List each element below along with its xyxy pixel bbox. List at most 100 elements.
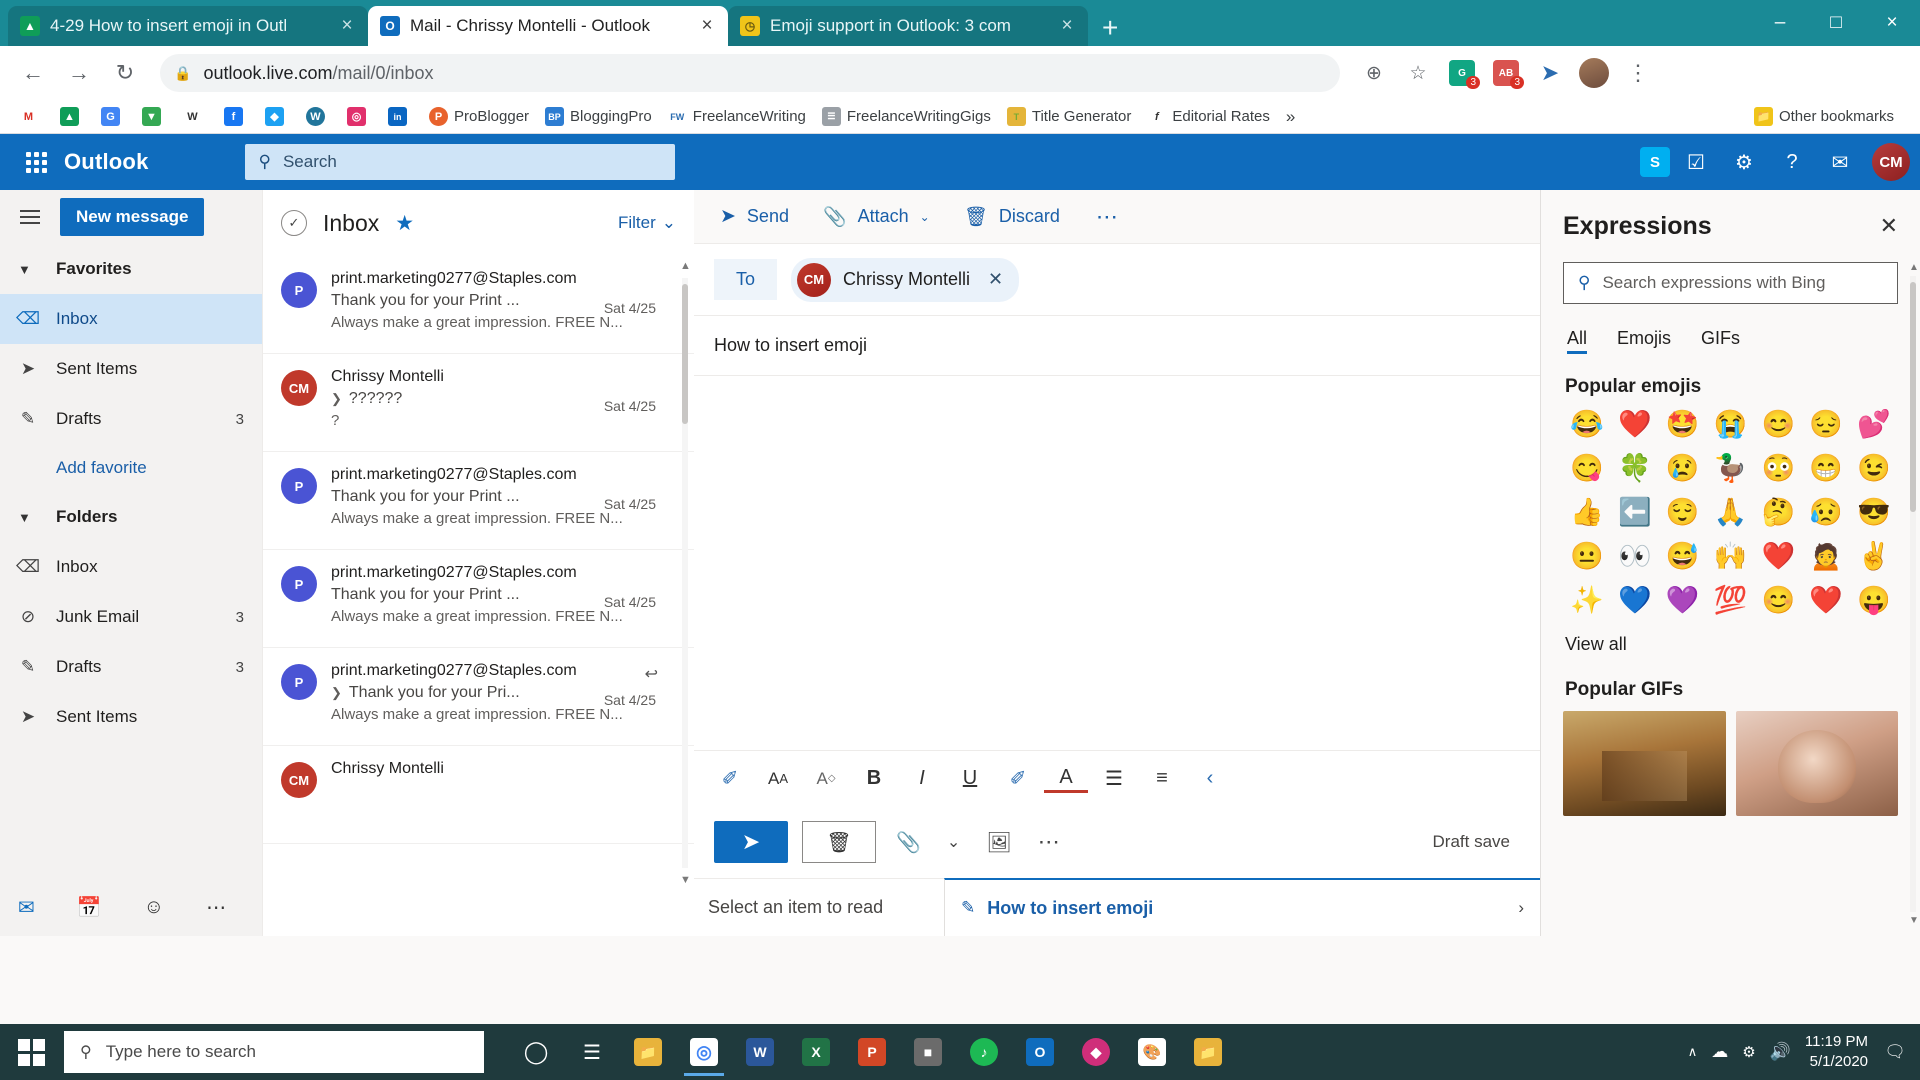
more-commands-button[interactable]: ⋯: [1080, 196, 1136, 238]
emoji-button[interactable]: ❤️: [1611, 408, 1659, 440]
extension-grammarly-icon[interactable]: G 3: [1444, 55, 1480, 91]
onedrive-tray-icon[interactable]: ☁: [1711, 1042, 1728, 1062]
skype-icon[interactable]: S: [1640, 147, 1670, 177]
sidebar-item-sent-fav[interactable]: ➤ Sent Items: [0, 344, 262, 394]
emoji-button[interactable]: ✨: [1563, 584, 1611, 616]
network-tray-icon[interactable]: ⚙: [1742, 1043, 1755, 1061]
calculator-taskbar-icon[interactable]: ■: [902, 1028, 954, 1076]
discard-button[interactable]: 🗑: [802, 821, 876, 863]
underline-icon[interactable]: U: [948, 759, 992, 799]
star-icon[interactable]: ★: [395, 211, 414, 236]
calendar-nav-icon[interactable]: 📅: [77, 895, 102, 920]
powerpoint-taskbar-icon[interactable]: P: [846, 1028, 898, 1076]
emoji-button[interactable]: ❤️: [1802, 584, 1850, 616]
back-button[interactable]: ←: [14, 54, 52, 92]
bookmark-facebook[interactable]: f: [217, 104, 256, 129]
chrome-taskbar-icon[interactable]: ◎: [678, 1028, 730, 1076]
sidebar-item-sent[interactable]: ➤ Sent Items: [0, 692, 262, 742]
to-field-row[interactable]: To CM Chrissy Montelli ✕: [694, 244, 1540, 316]
action-center-icon[interactable]: 🗨: [1882, 1042, 1908, 1062]
table-row[interactable]: P print.marketing0277@Staples.com Thank …: [263, 452, 694, 550]
emoji-button[interactable]: 🙍: [1802, 540, 1850, 572]
reload-button[interactable]: ↻: [106, 54, 144, 92]
other-bookmarks-button[interactable]: 📁 Other bookmarks: [1747, 104, 1908, 129]
message-list-scroll-area[interactable]: P print.marketing0277@Staples.com Thank …: [263, 256, 694, 936]
scrollbar-thumb[interactable]: [682, 284, 688, 424]
address-bar[interactable]: 🔒 outlook.live.com/mail/0/inbox: [160, 54, 1340, 92]
bookmark-wikipedia[interactable]: W: [176, 104, 215, 129]
browser-tab-1[interactable]: O Mail - Chrissy Montelli - Outlook ×: [368, 6, 728, 46]
recipient-pill[interactable]: CM Chrissy Montelli ✕: [791, 257, 1020, 302]
emoji-button[interactable]: 😋: [1563, 452, 1611, 484]
more-format-icon[interactable]: ‹: [1188, 759, 1232, 799]
forward-button[interactable]: →: [60, 54, 98, 92]
emoji-button[interactable]: 😉: [1850, 452, 1898, 484]
bookmark-google-translate[interactable]: G: [94, 104, 133, 129]
close-window-button[interactable]: ×: [1864, 0, 1920, 46]
tray-overflow-icon[interactable]: ∧: [1688, 1044, 1698, 1060]
close-icon[interactable]: ×: [1058, 15, 1076, 37]
numbered-list-icon[interactable]: ≡: [1140, 759, 1184, 799]
gif-thumbnail-1[interactable]: [1563, 711, 1726, 816]
bookmark-editorial-rates[interactable]: f Editorial Rates: [1140, 104, 1277, 129]
emoji-button[interactable]: 💙: [1611, 584, 1659, 616]
new-tab-button[interactable]: +: [1102, 14, 1118, 42]
taskbar-search-input[interactable]: ⚲ Type here to search: [64, 1031, 484, 1073]
emoji-button[interactable]: 😌: [1659, 496, 1707, 528]
windows-start-icon[interactable]: [0, 1038, 62, 1066]
bookmark-bloggingpro[interactable]: BP BloggingPro: [538, 104, 659, 129]
send-button[interactable]: ➤: [714, 821, 788, 863]
attach-chevron-icon[interactable]: ⌄: [941, 832, 966, 852]
tab-gifs[interactable]: GIFs: [1701, 318, 1740, 358]
view-all-button[interactable]: View all: [1565, 634, 1898, 655]
emoji-button[interactable]: ✌️: [1850, 540, 1898, 572]
sidebar-section-folders[interactable]: ▼ Folders: [0, 492, 262, 542]
tab-emojis[interactable]: Emojis: [1617, 318, 1671, 358]
emoji-button[interactable]: 🤔: [1754, 496, 1802, 528]
file-explorer-taskbar-icon[interactable]: 📁: [622, 1028, 674, 1076]
attach-icon[interactable]: 📎: [890, 830, 927, 855]
bookmark-twitter[interactable]: ◆: [258, 104, 297, 129]
scroll-up-icon[interactable]: ▲: [1909, 262, 1919, 273]
outlook-brand[interactable]: Outlook: [64, 149, 149, 175]
emoji-button[interactable]: 😂: [1563, 408, 1611, 440]
emoji-button[interactable]: 😛: [1850, 584, 1898, 616]
bookmark-google-maps[interactable]: ▼: [135, 104, 174, 129]
settings-gear-icon[interactable]: ⚙: [1722, 140, 1766, 184]
tasks-icon[interactable]: ☑: [1674, 140, 1718, 184]
bookmark-instagram[interactable]: ◎: [340, 104, 379, 129]
emoji-button[interactable]: 😐: [1563, 540, 1611, 572]
emoji-button[interactable]: 😎: [1850, 496, 1898, 528]
bookmarks-overflow-button[interactable]: »: [1279, 104, 1302, 130]
emoji-button[interactable]: 🙌: [1707, 540, 1755, 572]
bookmark-gmail[interactable]: M: [12, 104, 51, 129]
word-taskbar-icon[interactable]: W: [734, 1028, 786, 1076]
app-launcher-icon[interactable]: [14, 151, 58, 173]
task-view-icon[interactable]: ☰: [566, 1028, 618, 1076]
bullet-list-icon[interactable]: ☰: [1092, 759, 1136, 799]
message-body-input[interactable]: [694, 376, 1540, 750]
sidebar-item-drafts-fav[interactable]: ✎ Drafts 3: [0, 394, 262, 444]
folder-taskbar-icon[interactable]: 📁: [1182, 1028, 1234, 1076]
paint-taskbar-icon[interactable]: 🎨: [1126, 1028, 1178, 1076]
search-input[interactable]: ⚲ Search: [244, 144, 675, 180]
sidebar-item-inbox-fav[interactable]: ⌫ Inbox: [0, 294, 262, 344]
bookmark-google-drive[interactable]: ▲: [53, 104, 92, 129]
table-row[interactable]: P print.marketing0277@Staples.com Thank …: [263, 256, 694, 354]
table-row[interactable]: P print.marketing0277@Staples.com Thank …: [263, 550, 694, 648]
maximize-button[interactable]: □: [1808, 0, 1864, 46]
font-color-icon[interactable]: A: [1044, 765, 1088, 793]
more-options-icon[interactable]: ⋯: [1032, 829, 1066, 855]
emoji-button[interactable]: 😁: [1802, 452, 1850, 484]
emoji-button[interactable]: ❤️: [1754, 540, 1802, 572]
emoji-button[interactable]: 👍: [1563, 496, 1611, 528]
bookmark-star-icon[interactable]: ☆: [1400, 55, 1436, 91]
expressions-scrollbar[interactable]: ▲ ▼: [1909, 262, 1919, 926]
insert-picture-icon[interactable]: 🖼: [980, 830, 1017, 855]
sidebar-item-drafts[interactable]: ✎ Drafts 3: [0, 642, 262, 692]
highlight-icon[interactable]: ✐: [996, 759, 1040, 799]
bookmark-freelancewriting[interactable]: FW FreelanceWriting: [661, 104, 813, 129]
filter-button[interactable]: Filter ⌄: [618, 213, 676, 233]
table-row[interactable]: CM Chrissy Montelli ❯?????? ? Sat 4/25: [263, 354, 694, 452]
emoji-button[interactable]: 💜: [1659, 584, 1707, 616]
